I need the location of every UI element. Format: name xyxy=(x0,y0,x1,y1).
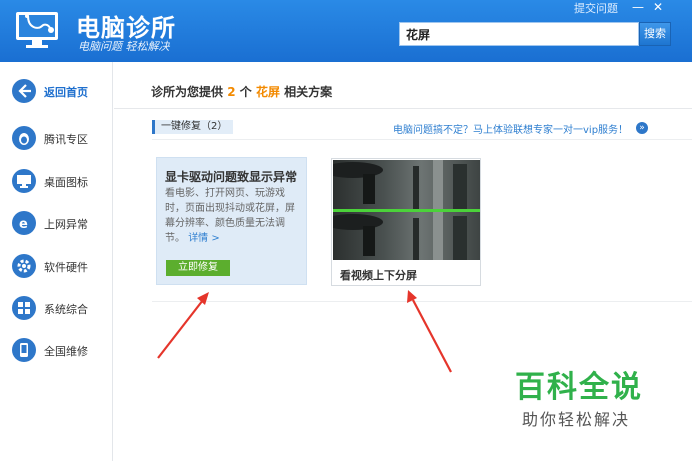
watermark-subtitle: 助你轻松解决 xyxy=(522,410,631,429)
red-arrow-left xyxy=(157,292,209,359)
red-arrow-right xyxy=(407,290,452,373)
watermark-logo: 百科全说 助你轻松解决 xyxy=(493,352,667,436)
watermark-title: 百科全说 xyxy=(515,370,643,405)
